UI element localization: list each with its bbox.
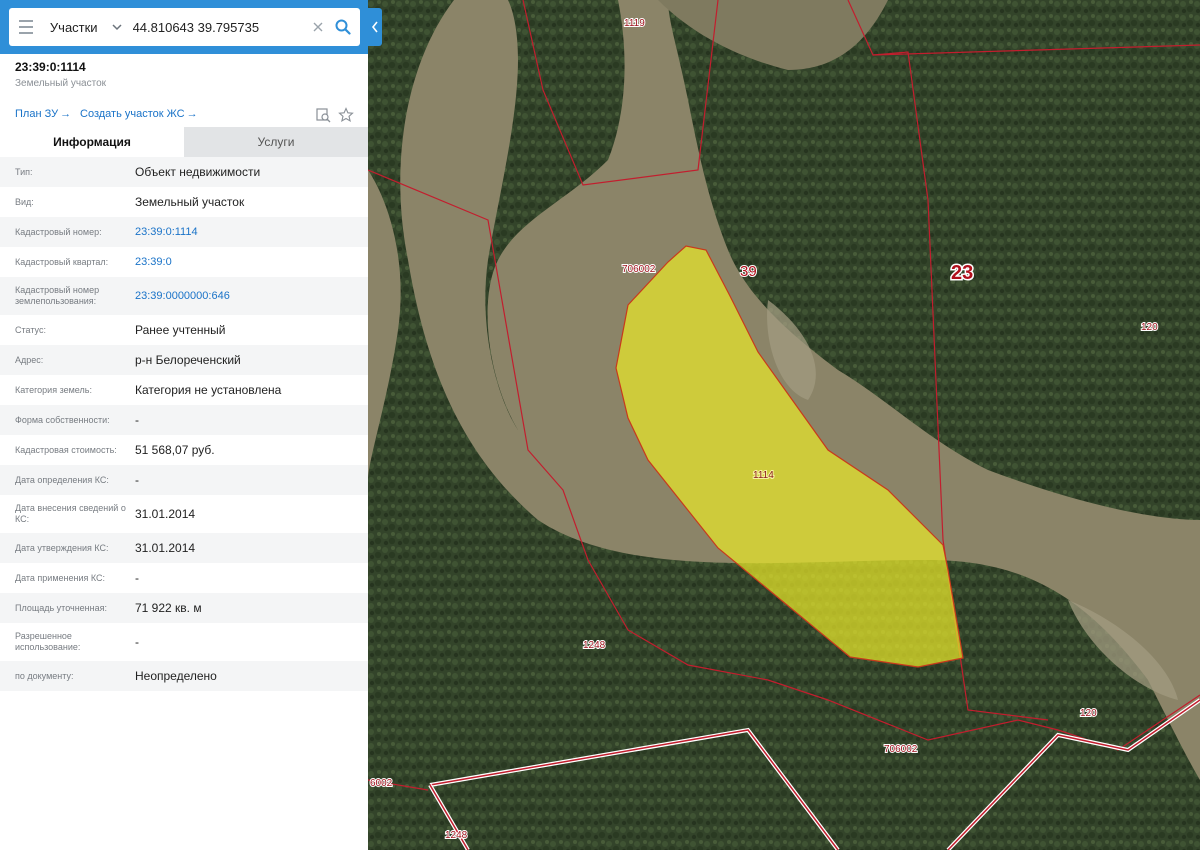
attribute-label: Дата определения КС: bbox=[15, 474, 109, 485]
attribute-value: 51 568,07 руб. bbox=[135, 443, 215, 457]
attribute-row: по документу: Неопределено bbox=[0, 661, 368, 691]
object-links: План ЗУ → Создать участок ЖС → bbox=[15, 107, 355, 124]
search-box: Участки bbox=[9, 8, 360, 46]
star-icon[interactable] bbox=[338, 107, 354, 123]
attribute-row: Дата внесения сведений о КС: 31.01.2014 bbox=[0, 495, 368, 533]
create-parcel-link-label: Создать участок ЖС bbox=[80, 108, 185, 120]
plan-link-label: План ЗУ bbox=[15, 108, 59, 120]
attribute-row: Дата применения КС: - bbox=[0, 563, 368, 593]
attribute-value: - bbox=[135, 635, 139, 649]
object-subtitle: Земельный участок bbox=[15, 78, 107, 89]
attribute-value: Неопределено bbox=[135, 669, 217, 683]
search-button[interactable] bbox=[327, 8, 360, 46]
attribute-label: Кадастровый номер: bbox=[15, 226, 102, 237]
attribute-value: - bbox=[135, 413, 139, 427]
attribute-label: по документу: bbox=[15, 670, 74, 681]
object-header: 23:39:0:1114 Земельный участок bbox=[15, 60, 106, 89]
map-canvas[interactable]: 1114 1119 706002 706002 6002 120 120 124… bbox=[368, 0, 1200, 850]
attribute-row: Площадь уточненная: 71 922 кв. м bbox=[0, 593, 368, 623]
arrow-right-icon: → bbox=[186, 108, 198, 120]
chevron-left-icon bbox=[371, 21, 378, 33]
attribute-label: Площадь уточненная: bbox=[15, 602, 107, 613]
object-title: 23:39:0:1114 bbox=[15, 60, 86, 74]
label-120-a: 120 bbox=[1141, 322, 1158, 333]
attribute-row: Кадастровый квартал: 23:39:0 bbox=[0, 247, 368, 277]
attribute-value: р-н Белореченский bbox=[135, 353, 241, 367]
attribute-value: 71 922 кв. м bbox=[135, 601, 202, 615]
layer-select[interactable]: Участки bbox=[44, 8, 127, 46]
arrow-right-icon: → bbox=[60, 108, 72, 120]
attribute-row: Кадастровый номер землепользования: 23:39… bbox=[0, 277, 368, 315]
attribute-value: Объект недвижимости bbox=[135, 165, 261, 179]
label-706002-a: 706002 bbox=[622, 264, 656, 275]
create-parcel-link[interactable]: Создать участок ЖС → bbox=[80, 108, 198, 120]
attribute-value: 31.01.2014 bbox=[135, 507, 196, 521]
attribute-label: Адрес: bbox=[15, 354, 44, 365]
label-region-23: 23 bbox=[951, 262, 973, 284]
search-input[interactable] bbox=[126, 8, 309, 46]
attribute-value-link[interactable]: 23:39:0 bbox=[135, 256, 172, 268]
search-bar: Участки bbox=[0, 0, 368, 54]
attribute-label: Кадастровая стоимость: bbox=[15, 444, 117, 455]
collapse-panel-button[interactable] bbox=[368, 8, 382, 46]
attribute-value: - bbox=[135, 473, 139, 487]
attribute-value-link[interactable]: 23:39:0000000:646 bbox=[135, 290, 230, 302]
attribute-value: Ранее учтенный bbox=[135, 323, 226, 337]
attribute-row: Кадастровая стоимость: 51 568,07 руб. bbox=[0, 435, 368, 465]
attribute-row: Дата определения КС: - bbox=[0, 465, 368, 495]
attribute-value: - bbox=[135, 571, 139, 585]
attribute-row: Форма собственности: - bbox=[0, 405, 368, 435]
label-120-b: 120 bbox=[1080, 708, 1097, 719]
attribute-value: Категория не установлена bbox=[135, 383, 282, 397]
attribute-label: Кадастровый квартал: bbox=[15, 256, 109, 267]
label-1248-a: 1248 bbox=[583, 640, 606, 651]
attribute-row: Адрес: р-н Белореченский bbox=[0, 345, 368, 375]
hamburger-menu-icon[interactable] bbox=[9, 8, 44, 46]
attribute-row: Дата утверждения КС: 31.01.2014 bbox=[0, 533, 368, 563]
attribute-row: Вид: Земельный участок bbox=[0, 187, 368, 217]
tab-bar: Информация Услуги bbox=[0, 127, 368, 157]
attribute-label: Категория земель: bbox=[15, 384, 92, 395]
attribute-row: Кадастровый номер: 23:39:0:1114 bbox=[0, 217, 368, 247]
map-view[interactable]: 1114 1119 706002 706002 6002 120 120 124… bbox=[368, 0, 1200, 850]
chevron-down-icon bbox=[112, 24, 122, 31]
search-icon bbox=[335, 19, 352, 35]
attribute-label: Кадастровый номер землепользования: bbox=[15, 285, 100, 306]
clear-icon[interactable] bbox=[309, 8, 327, 46]
attribute-value: 31.01.2014 bbox=[135, 541, 196, 555]
find-on-map-icon[interactable] bbox=[315, 107, 331, 123]
tab-services[interactable]: Услуги bbox=[184, 127, 368, 157]
attribute-value-link[interactable]: 23:39:0:1114 bbox=[135, 226, 198, 238]
attribute-label: Дата внесения сведений о КС: bbox=[15, 503, 126, 524]
attribute-row: Тип: Объект недвижимости bbox=[0, 157, 368, 187]
attribute-label: Тип: bbox=[15, 166, 33, 177]
attribute-label: Статус: bbox=[15, 324, 46, 335]
attribute-label: Дата утверждения КС: bbox=[15, 542, 109, 553]
label-706002-b: 706002 bbox=[884, 744, 918, 755]
attribute-list: Тип: Объект недвижимости Вид: Земельный уча… bbox=[0, 157, 368, 691]
attribute-row: Категория земель: Категория не установлен… bbox=[0, 375, 368, 405]
label-6002: 6002 bbox=[370, 778, 393, 789]
attribute-row: Статус: Ранее учтенный bbox=[0, 315, 368, 345]
tab-info[interactable]: Информация bbox=[0, 127, 184, 157]
attribute-label: Разрешенное использование: bbox=[15, 631, 81, 652]
attribute-label: Дата применения КС: bbox=[15, 572, 106, 583]
label-1119: 1119 bbox=[624, 18, 645, 29]
attribute-row: Разрешенное использование: - bbox=[0, 623, 368, 661]
attribute-label: Вид: bbox=[15, 196, 34, 207]
info-panel: Участки 23:39:0:1114 Земельный участок П… bbox=[0, 0, 368, 850]
plan-link[interactable]: План ЗУ → bbox=[15, 108, 71, 120]
label-1114: 1114 bbox=[753, 470, 774, 481]
label-1248-b: 1248 bbox=[445, 830, 468, 841]
attribute-label: Форма собственности: bbox=[15, 414, 110, 425]
attribute-value: Земельный участок bbox=[135, 195, 245, 209]
layer-select-label: Участки bbox=[49, 19, 98, 35]
label-district-39: 39 bbox=[740, 263, 757, 280]
